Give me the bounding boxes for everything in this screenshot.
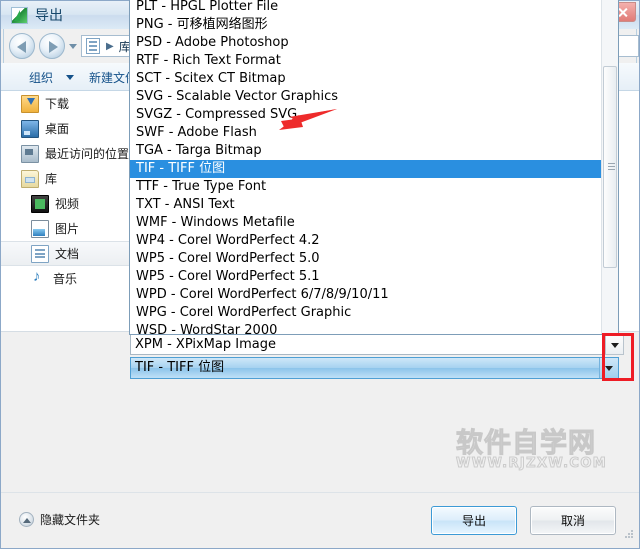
format-option-5[interactable]: SVG - Scalable Vector Graphics	[130, 88, 601, 106]
cancel-button[interactable]: 取消	[530, 506, 616, 535]
sidebar-item-4[interactable]: 视频	[1, 191, 130, 216]
format-option-0[interactable]: PLT - HPGL Plotter File	[130, 0, 601, 16]
sidebar-item-3[interactable]: 库	[1, 166, 130, 191]
red-highlight-box	[602, 333, 634, 381]
forward-arrow-icon	[49, 41, 58, 53]
scrollbar-grip-icon	[608, 163, 615, 171]
filename-input[interactable]: XPM - XPixMap Image	[130, 334, 619, 355]
library-document-icon	[86, 38, 100, 54]
format-option-13[interactable]: WP4 - Corel WordPerfect 4.2	[130, 232, 601, 250]
sidebar-item-label: 最近访问的位置	[45, 147, 130, 161]
chevron-down-icon[interactable]	[69, 44, 77, 49]
downloads-icon	[21, 94, 39, 113]
sidebar-item-7[interactable]: 音乐	[1, 266, 130, 291]
hide-folders-toggle[interactable]: 隐藏文件夹	[19, 511, 100, 528]
format-option-17[interactable]: WPG - Corel WordPerfect Graphic	[130, 304, 601, 322]
window-title: 导出	[35, 8, 63, 24]
desktop-icon	[21, 119, 39, 138]
dropdown-scrollbar[interactable]	[601, 0, 618, 334]
format-option-7[interactable]: SWF - Adobe Flash	[130, 124, 601, 142]
sidebar-item-6[interactable]: 文档	[1, 241, 130, 266]
format-option-4[interactable]: SCT - Scitex CT Bitmap	[130, 70, 601, 88]
format-option-2[interactable]: PSD - Adobe Photoshop	[130, 34, 601, 52]
sidebar-item-label: 桌面	[45, 122, 70, 136]
filetype-value: TIF - TIFF 位图	[135, 360, 225, 375]
form-pane: 文件名(N): 保存类型(T): 拍摄日期: 2019/5/15 9:57 标记…	[1, 332, 639, 492]
format-option-10[interactable]: TTF - True Type Font	[130, 178, 601, 196]
forward-button[interactable]	[39, 33, 65, 59]
format-option-1[interactable]: PNG - 可移植网络图形	[130, 16, 601, 34]
export-dialog: 导出 ▶ 库 组织 新建文件夹 下载桌面最近访问的位置库视频图片文档音乐	[0, 0, 640, 549]
hide-folders-label: 隐藏文件夹	[40, 513, 101, 527]
recent-places-icon	[21, 144, 39, 163]
resize-grip-icon[interactable]	[625, 530, 634, 539]
format-option-list[interactable]: PLT - HPGL Plotter File PNG - 可移植网络图形 PSD …	[130, 0, 601, 334]
organize-menu[interactable]: 组织	[29, 69, 53, 86]
format-option-3[interactable]: RTF - Rich Text Format	[130, 52, 601, 70]
breadcrumb-separator-icon: ▶	[106, 40, 114, 52]
dialog-footer: 隐藏文件夹 导出 取消	[1, 492, 639, 548]
chevron-down-icon[interactable]	[66, 75, 74, 80]
format-option-9[interactable]: TIF - TIFF 位图	[130, 160, 601, 178]
sidebar-item-label: 图片	[55, 222, 80, 236]
sidebar-item-label: 音乐	[53, 272, 78, 286]
sidebar-item-label: 库	[45, 172, 58, 186]
sidebar-item-5[interactable]: 图片	[1, 216, 130, 241]
export-app-icon	[11, 7, 28, 24]
format-dropdown-popup[interactable]: PLT - HPGL Plotter File PNG - 可移植网络图形 PSD …	[129, 0, 619, 335]
videos-icon	[31, 194, 49, 213]
format-option-14[interactable]: WP5 - Corel WordPerfect 5.0	[130, 250, 601, 268]
format-option-11[interactable]: TXT - ANSI Text	[130, 196, 601, 214]
export-button[interactable]: 导出	[431, 506, 517, 535]
scrollbar-thumb[interactable]	[603, 66, 617, 268]
sidebar-item-label: 下载	[45, 97, 70, 111]
format-option-16[interactable]: WPD - Corel WordPerfect 6/7/8/9/10/11	[130, 286, 601, 304]
sidebar-item-label: 文档	[55, 247, 80, 261]
pictures-icon	[31, 219, 49, 238]
format-option-6[interactable]: SVGZ - Compressed SVG	[130, 106, 601, 124]
red-pointer-arrow	[279, 109, 337, 130]
back-button[interactable]	[9, 33, 35, 59]
documents-icon	[31, 244, 49, 263]
format-option-18[interactable]: WSD - WordStar 2000	[130, 322, 601, 334]
format-option-15[interactable]: WP5 - Corel WordPerfect 5.1	[130, 268, 601, 286]
collapse-up-icon	[19, 512, 34, 527]
sidebar-item-label: 视频	[55, 197, 80, 211]
sidebar-item-0[interactable]: 下载	[1, 91, 130, 116]
library-icon	[21, 169, 39, 188]
back-arrow-icon	[17, 41, 26, 53]
filetype-combobox[interactable]: TIF - TIFF 位图	[130, 357, 619, 379]
sidebar-item-1[interactable]: 桌面	[1, 116, 130, 141]
format-option-8[interactable]: TGA - Targa Bitmap	[130, 142, 601, 160]
navigation-pane: 下载桌面最近访问的位置库视频图片文档音乐	[1, 91, 131, 331]
music-icon	[31, 268, 47, 287]
sidebar-item-2[interactable]: 最近访问的位置	[1, 141, 130, 166]
format-option-12[interactable]: WMF - Windows Metafile	[130, 214, 601, 232]
screenshot-root: 导出 ▶ 库 组织 新建文件夹 下载桌面最近访问的位置库视频图片文档音乐	[0, 0, 640, 549]
